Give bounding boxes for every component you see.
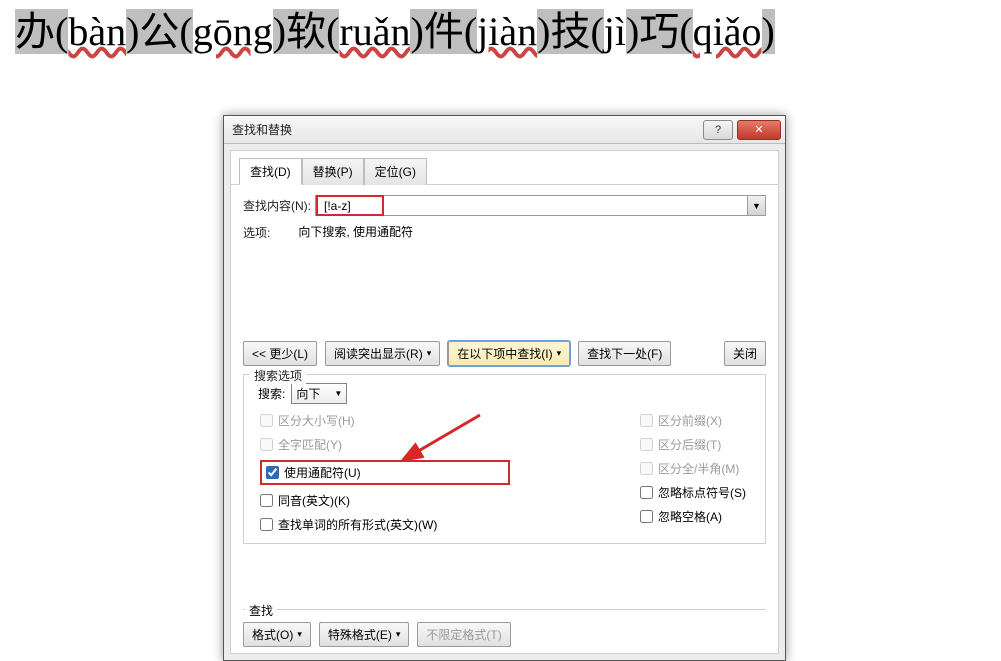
format-button[interactable]: 格式(O)▾ — [243, 622, 311, 647]
no-format-button: 不限定格式(T) — [417, 622, 510, 647]
find-format-fieldset: 查找 格式(O)▾ 特殊格式(E)▾ 不限定格式(T) — [243, 609, 766, 647]
match-suffix-checkbox: 区分后缀(T) — [640, 436, 746, 453]
tab-replace[interactable]: 替换(P) — [302, 158, 364, 185]
less-button[interactable]: << 更少(L) — [243, 341, 317, 366]
match-case-checkbox: 区分大小写(H) — [260, 412, 510, 429]
help-button[interactable]: ? — [703, 120, 733, 140]
close-button[interactable]: 关闭 — [724, 341, 766, 366]
find-input-wrap: ▼ — [315, 195, 766, 216]
pinyin-1: bàn — [68, 9, 126, 54]
chevron-down-icon: ▾ — [396, 629, 401, 640]
find-history-dropdown[interactable]: ▼ — [747, 196, 765, 215]
reading-highlight-button[interactable]: 阅读突出显示(R)▾ — [325, 341, 440, 366]
sounds-like-checkbox[interactable]: 同音(英文)(K) — [260, 492, 510, 509]
pinyin-2: gōng — [193, 9, 273, 54]
paren: ( — [55, 9, 68, 54]
options-label: 选项: — [243, 224, 270, 241]
full-half-width-checkbox: 区分全/半角(M) — [640, 460, 746, 477]
char-2: 公 — [139, 9, 179, 54]
use-wildcards-checkbox[interactable]: 使用通配符(U) — [266, 464, 361, 481]
dialog-mid-buttons: << 更少(L) 阅读突出显示(R)▾ 在以下项中查找(I)▾ 查找下一处(F)… — [243, 341, 766, 366]
find-what-label: 查找内容(N): — [243, 197, 311, 214]
ignore-space-checkbox[interactable]: 忽略空格(A) — [640, 508, 746, 525]
pinyin-6: qiǎo — [693, 9, 762, 54]
search-direction-label: 搜索: — [258, 385, 285, 402]
help-icon: ? — [715, 124, 721, 136]
dialog-title: 查找和替换 — [232, 121, 703, 138]
char-5: 技 — [550, 9, 590, 54]
find-section-legend: 查找 — [245, 602, 277, 619]
char-3: 软 — [286, 9, 326, 54]
match-prefix-checkbox: 区分前缀(X) — [640, 412, 746, 429]
search-options-legend: 搜索选项 — [250, 367, 306, 384]
find-replace-dialog: 查找和替换 ? ✕ 查找(D) 替换(P) 定位(G) 查找内容(N): ▼ 选… — [223, 115, 786, 661]
close-icon: ✕ — [754, 123, 763, 136]
dialog-tabs: 查找(D) 替换(P) 定位(G) — [231, 151, 778, 185]
find-value-highlight — [316, 195, 384, 216]
char-4: 件 — [424, 9, 464, 54]
ignore-punct-checkbox[interactable]: 忽略标点符号(S) — [640, 484, 746, 501]
find-in-button[interactable]: 在以下项中查找(I)▾ — [448, 341, 570, 366]
use-wildcards-highlight: 使用通配符(U) — [260, 460, 510, 485]
tab-goto[interactable]: 定位(G) — [364, 158, 427, 185]
options-value: 向下搜索, 使用通配符 — [298, 223, 413, 240]
find-input[interactable] — [320, 199, 380, 213]
dialog-titlebar: 查找和替换 ? ✕ — [224, 116, 785, 144]
char-6: 巧 — [639, 9, 679, 54]
pinyin-4: jiàn — [477, 9, 537, 54]
chevron-down-icon: ▾ — [427, 348, 432, 359]
pinyin-3: ruǎn — [339, 9, 410, 54]
tab-find[interactable]: 查找(D) — [239, 158, 302, 185]
search-direction-value: 向下 — [296, 385, 334, 402]
document-content: 办(bàn)公(gōng)软(ruǎn)件(jiàn)技(jì)巧(qiǎo) — [15, 10, 775, 54]
search-direction-dropdown[interactable]: 向下 ▼ — [291, 383, 347, 404]
pinyin-5: jì — [604, 9, 626, 54]
chevron-down-icon: ▾ — [297, 629, 302, 640]
all-word-forms-checkbox[interactable]: 查找单词的所有形式(英文)(W) — [260, 516, 510, 533]
dialog-close-button[interactable]: ✕ — [737, 120, 781, 140]
chevron-down-icon: ▼ — [334, 389, 342, 398]
whole-word-checkbox: 全字匹配(Y) — [260, 436, 510, 453]
char-1: 办 — [15, 9, 55, 54]
chevron-down-icon: ▼ — [752, 201, 761, 211]
search-options-fieldset: 搜索选项 搜索: 向下 ▼ 区分大小写(H) 全字匹配(Y) 使用通配符(U) — [243, 374, 766, 544]
find-next-button[interactable]: 查找下一处(F) — [578, 341, 671, 366]
special-format-button[interactable]: 特殊格式(E)▾ — [319, 622, 410, 647]
paren: ) — [126, 9, 139, 54]
chevron-down-icon: ▾ — [557, 348, 562, 359]
